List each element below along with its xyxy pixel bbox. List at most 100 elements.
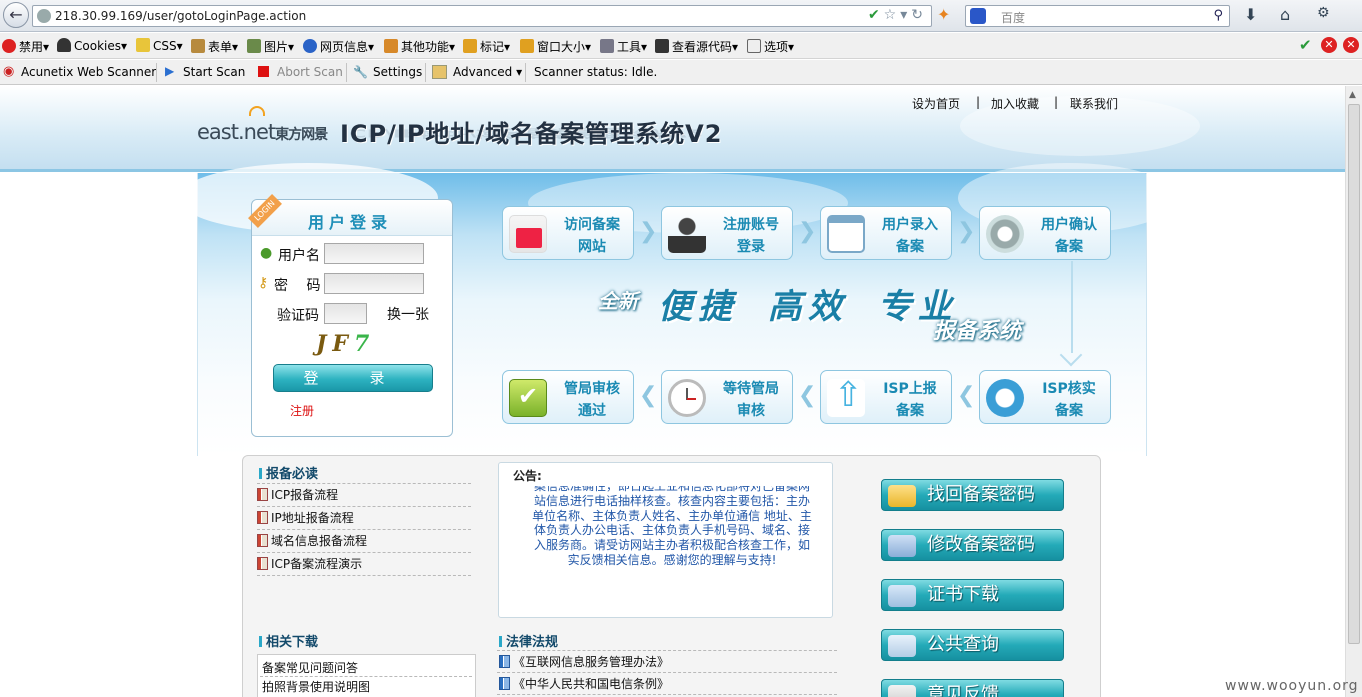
browser-navigation-bar: ← 218.30.99.169/user/gotoLoginPage.actio… (0, 0, 1362, 32)
wd-css-menu[interactable]: CSS▾ (136, 38, 183, 53)
divider (257, 575, 471, 576)
extension-icon[interactable]: ⚙ (1317, 5, 1330, 21)
address-bar[interactable]: 218.30.99.169/user/gotoLoginPage.action … (32, 5, 932, 27)
username-input[interactable] (324, 243, 424, 264)
step-line1: ISP核实 (1042, 381, 1096, 397)
must-read-item[interactable]: ICP报备流程 (257, 486, 338, 503)
system-title-reflection: ICP/IP地址/域名备案管理系统V2 (340, 126, 704, 140)
username-label: 用户名 (278, 248, 320, 264)
chevron-left-icon: ❮ (639, 383, 658, 408)
wd-tools-menu[interactable]: 工具▾ (600, 38, 647, 55)
must-read-item[interactable]: IP地址报备流程 (257, 509, 354, 526)
site-logo[interactable]: east.net東方网景 (197, 106, 328, 144)
login-title: 用户登录 (308, 213, 393, 232)
acunetix-logo-icon: ◉ (3, 64, 15, 79)
must-read-item[interactable]: ICP备案流程演示 (257, 555, 362, 572)
wd-cookies-menu[interactable]: Cookies▾ (57, 38, 127, 53)
button-label: 修改备案密码 (927, 534, 1035, 555)
download-item[interactable]: 备案常见问题问答 (262, 659, 358, 676)
divider (257, 552, 471, 553)
contact-us-link[interactable]: 联系我们 (1070, 95, 1118, 112)
certificate-download-button[interactable]: 证书下载 (881, 579, 1064, 611)
page-viewport: east.net東方网景 ICP/IP地址/域名备案管理系统V2 ICP/IP地… (0, 86, 1345, 697)
search-icon[interactable]: ⚲ (1213, 8, 1223, 23)
scroll-up-icon[interactable]: ▲ (1349, 90, 1356, 100)
link-separator: | (1054, 95, 1059, 109)
link-separator: | (976, 95, 981, 109)
bookmark-star-icon[interactable]: ☆ (884, 7, 901, 23)
check-status-icon[interactable]: ✔ (1299, 36, 1312, 54)
advanced-menu[interactable]: Advanced ▾ (453, 65, 522, 79)
home-icon[interactable]: ⌂ (1280, 5, 1290, 24)
dropdown-icon[interactable]: ▾ (900, 7, 911, 23)
clock-hand (687, 398, 696, 400)
captcha-image[interactable]: JF7 (316, 331, 375, 357)
password-input[interactable] (324, 273, 424, 294)
button-label: 找回备案密码 (927, 484, 1035, 505)
window-bar (829, 217, 863, 223)
add-favorite-link[interactable]: 加入收藏 (991, 95, 1039, 112)
notice-body: 案信息准确性，即日起工业和信息化部将对已备案网站信息进行电话抽样核查。核查内容主… (532, 486, 812, 567)
check-icon[interactable]: ✔ (868, 7, 884, 23)
wd-source-menu[interactable]: 查看源代码▾ (655, 38, 738, 55)
abort-scan-button[interactable]: Abort Scan (277, 65, 343, 79)
notice-scroll-area[interactable]: 案信息准确性，即日起工业和信息化部将对已备案网站信息进行电话抽样核查。核查内容主… (531, 486, 813, 616)
cookie-icon (57, 38, 71, 52)
download-item[interactable]: 拍照背景使用说明图 (262, 678, 370, 695)
wd-forms-menu[interactable]: 表单▾ (191, 38, 238, 55)
key-icon: ⚷ (258, 275, 269, 291)
wrench-icon (600, 39, 614, 53)
search-placeholder: 百度 (1001, 11, 1026, 25)
wd-resize-menu[interactable]: 窗口大小▾ (520, 38, 591, 55)
settings-button[interactable]: Settings (373, 65, 422, 79)
wd-options-menu[interactable]: 选项▾ (747, 38, 794, 55)
laws-title: 法律法规 (499, 631, 558, 650)
baidu-icon[interactable] (970, 8, 986, 24)
site-identity-icon[interactable] (37, 9, 51, 23)
addon-icon[interactable]: ✦ (937, 5, 950, 24)
source-icon (655, 39, 669, 53)
step-line1: ISP上报 (883, 381, 937, 397)
address-bar-actions[interactable]: ✔☆▾↻ (868, 7, 927, 23)
wd-info-menu[interactable]: 网页信息▾ (303, 38, 374, 55)
captcha-refresh-link[interactable]: 换一张 (387, 304, 429, 324)
download-icon[interactable]: ⬇ (1244, 5, 1257, 24)
recover-password-button[interactable]: 找回备案密码 (881, 479, 1064, 511)
wd-misc-menu[interactable]: 其他功能▾ (384, 38, 455, 55)
public-query-button[interactable]: 公共查询 (881, 629, 1064, 661)
step-line1: 用户录入 (882, 217, 938, 233)
step-isp-report: ⇧ ISP上报 备案 (820, 370, 952, 424)
register-link[interactable]: 注册 (290, 402, 314, 419)
wd-disable-menu[interactable]: 禁用▾ (2, 38, 49, 55)
feedback-button[interactable]: 意见反馈 (881, 679, 1064, 697)
step-line2: 备案 (1055, 239, 1083, 255)
error-status-icon[interactable]: ✕ (1321, 37, 1337, 53)
wd-images-menu[interactable]: 图片▾ (247, 38, 294, 55)
change-password-button[interactable]: 修改备案密码 (881, 529, 1064, 561)
set-homepage-link[interactable]: 设为首页 (912, 95, 960, 112)
must-read-item[interactable]: 域名信息报备流程 (257, 532, 367, 549)
reload-icon[interactable]: ↻ (911, 7, 927, 23)
web-developer-toolbar: 禁用▾ Cookies▾ CSS▾ 表单▾ 图片▾ 网页信息▾ 其他功能▾ 标记… (0, 33, 1362, 59)
back-button[interactable]: ← (3, 2, 29, 28)
close-toolbar-icon[interactable]: ✕ (1343, 37, 1359, 53)
must-read-title: 报备必读 (259, 463, 318, 482)
start-scan-button[interactable]: Start Scan (183, 65, 245, 79)
notice-box: 公告: 案信息准确性，即日起工业和信息化部将对已备案网站信息进行电话抽样核查。核… (498, 462, 833, 618)
check-glyph: ✔ (518, 382, 539, 410)
login-submit-button[interactable]: 登 录 (273, 364, 433, 392)
captcha-input[interactable] (324, 303, 367, 324)
page-scrollbar[interactable]: ▲ (1345, 86, 1362, 697)
step-register-login: 注册账号 登录 (661, 206, 793, 260)
site-header: east.net東方网景 ICP/IP地址/域名备案管理系统V2 ICP/IP地… (0, 86, 1345, 172)
law-item[interactable]: 《中华人民共和国电信条例》 (499, 675, 669, 692)
step-label: 访问备案 网站 (555, 214, 629, 258)
acunetix-toolbar: ◉ Acunetix Web Scanner ▶ Start Scan Abor… (0, 60, 1362, 85)
wd-outline-menu[interactable]: 标记▾ (463, 38, 510, 55)
user-icon: ● (260, 245, 273, 261)
play-icon: ▶ (165, 64, 175, 78)
wd-label: 选项 (764, 40, 789, 54)
law-item[interactable]: 《互联网信息服务管理办法》 (499, 653, 669, 670)
scrollbar-thumb[interactable] (1348, 104, 1360, 644)
search-box[interactable]: 百度 ⚲ (965, 5, 1230, 27)
